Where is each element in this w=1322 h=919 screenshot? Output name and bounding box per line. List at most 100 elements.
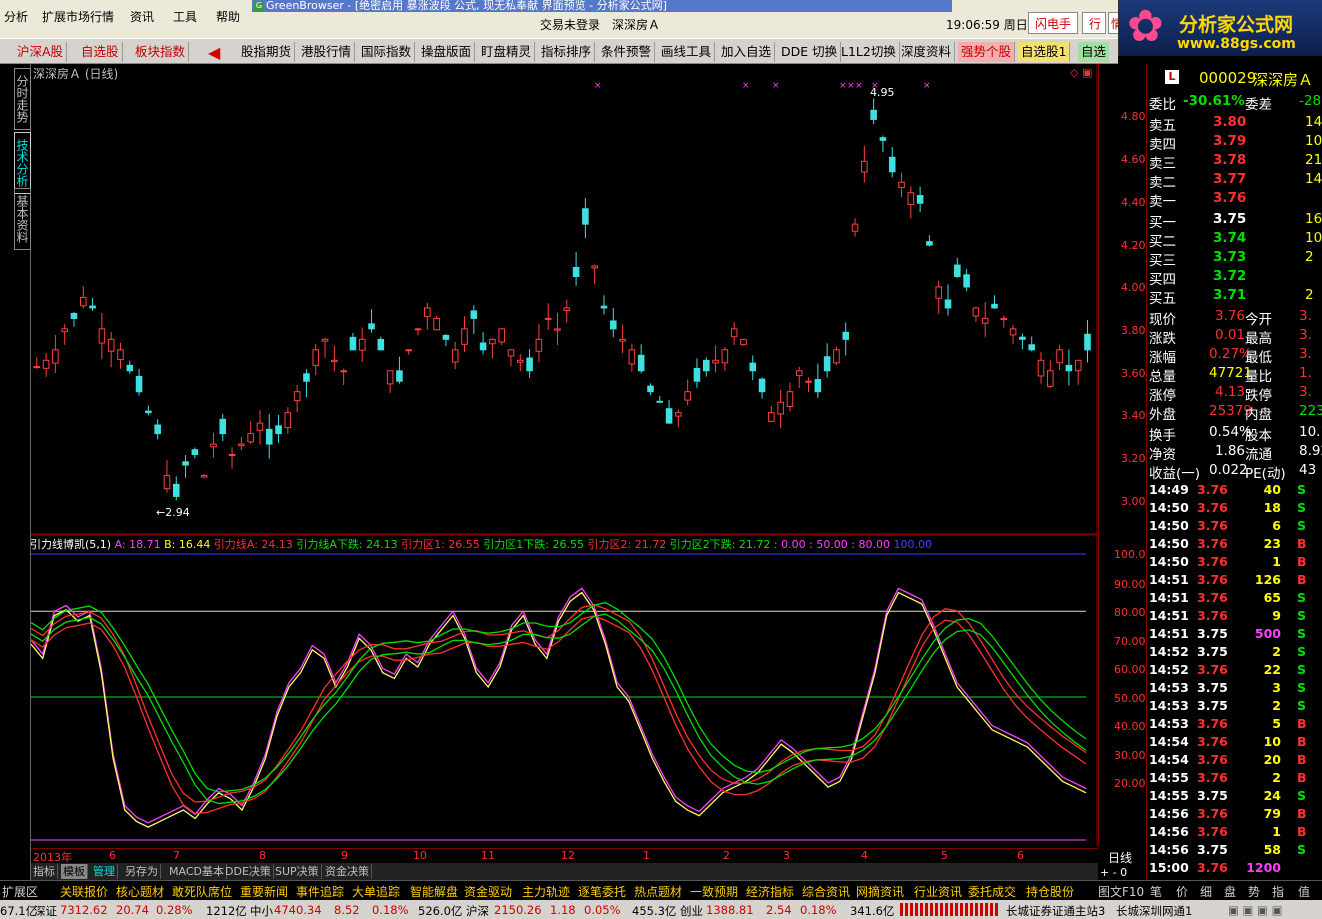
stat-label: 收益(一) <box>1149 466 1201 482</box>
candle-body <box>321 338 329 342</box>
signal-marker: × <box>772 81 780 91</box>
indicator-name[interactable]: 引力线博凯(5,1) <box>30 538 111 551</box>
tab-intraday[interactable]: 分时走势 <box>14 68 31 130</box>
quote-header: L 000029 深深房Ａ <box>1147 68 1322 92</box>
link-22[interactable]: 细 <box>1200 883 1212 900</box>
btab-indicator[interactable]: 指标 <box>31 864 58 879</box>
ask-price[interactable]: 3.79 <box>1213 133 1246 149</box>
tb-strong-stocks[interactable]: 强势个股 <box>958 42 1016 62</box>
link-3[interactable]: 敢死队席位 <box>172 883 232 900</box>
link-18[interactable]: 持仓股份 <box>1026 883 1074 900</box>
link-14[interactable]: 综合资讯 <box>802 883 850 900</box>
tb-hk-market[interactable]: 港股行情 <box>298 42 356 62</box>
candle-body <box>758 378 766 393</box>
link-5[interactable]: 事件追踪 <box>296 883 344 900</box>
tick-row: 14:51 3.75 500 S <box>1147 625 1322 644</box>
btab-manage[interactable]: 管理 <box>91 864 118 879</box>
login-status[interactable]: 交易未登录 <box>540 16 600 33</box>
bid-price[interactable]: 3.73 <box>1213 249 1246 265</box>
candle-body <box>200 474 208 478</box>
ask-price[interactable]: 3.80 <box>1213 114 1246 130</box>
link-10[interactable]: 逐笔委托 <box>578 883 626 900</box>
arrow-left-icon[interactable]: ◀ <box>208 43 220 62</box>
tb-add-watchlist[interactable]: 加入自选 <box>718 42 776 62</box>
period-label[interactable]: 日线 <box>1108 849 1132 866</box>
tb-depth-data[interactable]: 深度资料 <box>898 42 956 62</box>
ask-price[interactable]: 3.76 <box>1213 190 1246 206</box>
link-6[interactable]: 大单追踪 <box>352 883 400 900</box>
link-15[interactable]: 网摘资讯 <box>856 883 904 900</box>
tb-indicator-sort[interactable]: 指标排序 <box>538 42 596 62</box>
bid-price[interactable]: 3.71 <box>1213 287 1246 303</box>
link-21[interactable]: 价 <box>1176 883 1188 900</box>
tb-sector-index[interactable]: 板块指数 <box>132 42 190 62</box>
tb-dde-switch[interactable]: DDE 切换 <box>778 42 842 62</box>
link-24[interactable]: 势 <box>1248 883 1260 900</box>
tb-trading-layout[interactable]: 操盘版面 <box>418 42 476 62</box>
candle-body <box>256 422 264 431</box>
bid-price[interactable]: 3.74 <box>1213 230 1246 246</box>
tick-price: 3.76 <box>1197 860 1228 875</box>
tb-watchlist[interactable]: 自选股 <box>78 42 123 62</box>
flash-trade-button[interactable]: 闪电手 <box>1028 12 1078 34</box>
menu-help[interactable]: 帮助 <box>216 8 240 25</box>
link-0[interactable]: 扩展区 <box>2 883 38 900</box>
link-2[interactable]: 核心题材 <box>116 883 164 900</box>
btab-template[interactable]: 模板 <box>61 864 88 879</box>
link-13[interactable]: 经济指标 <box>746 883 794 900</box>
link-9[interactable]: 主力轨迹 <box>522 883 570 900</box>
menu-analysis[interactable]: 分析 <box>4 8 28 25</box>
tb-l1l2-switch[interactable]: L1L2切换 <box>838 42 900 62</box>
link-19[interactable]: 图文F10 <box>1098 883 1144 900</box>
tb-hs-a-shares[interactable]: 沪深A股 <box>14 42 68 62</box>
candle-body <box>163 474 171 490</box>
link-25[interactable]: 指 <box>1272 883 1284 900</box>
tab-fundamentals[interactable]: 基本资料 <box>14 188 31 250</box>
bid-price[interactable]: 3.75 <box>1213 211 1246 227</box>
status-icons[interactable]: ▣ ▣ ▣ ▣ <box>1228 903 1282 917</box>
chart-options-icon[interactable]: ◇ ▣ <box>1070 66 1092 79</box>
menu-extended-market[interactable]: 扩展市场行情 <box>42 8 114 25</box>
ask-volume: 10 <box>1305 133 1322 149</box>
btab-macd[interactable]: MACD基本 <box>167 864 227 879</box>
ask-price[interactable]: 3.77 <box>1213 171 1246 187</box>
link-8[interactable]: 资金驱动 <box>464 883 512 900</box>
link-4[interactable]: 重要新闻 <box>240 883 288 900</box>
link-16[interactable]: 行业资讯 <box>914 883 962 900</box>
link-1[interactable]: 关联报价 <box>60 883 108 900</box>
link-11[interactable]: 热点题材 <box>634 883 682 900</box>
stat-label: 净资 <box>1149 447 1176 463</box>
tick-time: 14:49 <box>1149 482 1189 497</box>
tb-watchlist-1[interactable]: 自选股1 <box>1018 42 1071 62</box>
link-23[interactable]: 盘 <box>1224 883 1236 900</box>
tick-price: 3.76 <box>1197 752 1228 767</box>
btab-save-as[interactable]: 另存为 <box>123 864 161 879</box>
tb-condition-alert[interactable]: 条件预警 <box>598 42 656 62</box>
tick-volume: 1200 <box>1246 860 1281 875</box>
menu-news[interactable]: 资讯 <box>130 8 154 25</box>
tb-drawing-tools[interactable]: 画线工具 <box>658 42 716 62</box>
link-12[interactable]: 一致预期 <box>690 883 738 900</box>
link-7[interactable]: 智能解盘 <box>410 883 458 900</box>
zoom-controls[interactable]: + - 0 <box>1100 866 1127 879</box>
tb-intl-index[interactable]: 国际指数 <box>358 42 416 62</box>
link-17[interactable]: 委托成交 <box>968 883 1016 900</box>
link-26[interactable]: 值 <box>1298 883 1310 900</box>
bid-price[interactable]: 3.72 <box>1213 268 1246 284</box>
btab-fund[interactable]: 资金决策 <box>323 864 372 879</box>
btab-sup[interactable]: SUP决策 <box>273 864 322 879</box>
quote-button[interactable]: 行 <box>1082 12 1106 34</box>
tb-index-futures[interactable]: 股指期货 <box>238 42 296 62</box>
tick-side: S <box>1297 500 1307 515</box>
btab-dde[interactable]: DDE决策 <box>223 864 274 879</box>
link-20[interactable]: 笔 <box>1150 883 1162 900</box>
tab-technical[interactable]: 技术分析 <box>14 132 31 194</box>
candle-body <box>210 443 217 448</box>
ask-price[interactable]: 3.78 <box>1213 152 1246 168</box>
menu-tools[interactable]: 工具 <box>173 8 197 25</box>
tick-price: 3.76 <box>1197 590 1228 605</box>
current-stock: 深深房Ａ <box>612 18 661 32</box>
kline-chart[interactable]: × × × × × × × × <box>31 64 1098 846</box>
tb-monitor-genie[interactable]: 盯盘精灵 <box>478 42 536 62</box>
tb-watchlist-more[interactable]: 自选 <box>1078 42 1110 62</box>
